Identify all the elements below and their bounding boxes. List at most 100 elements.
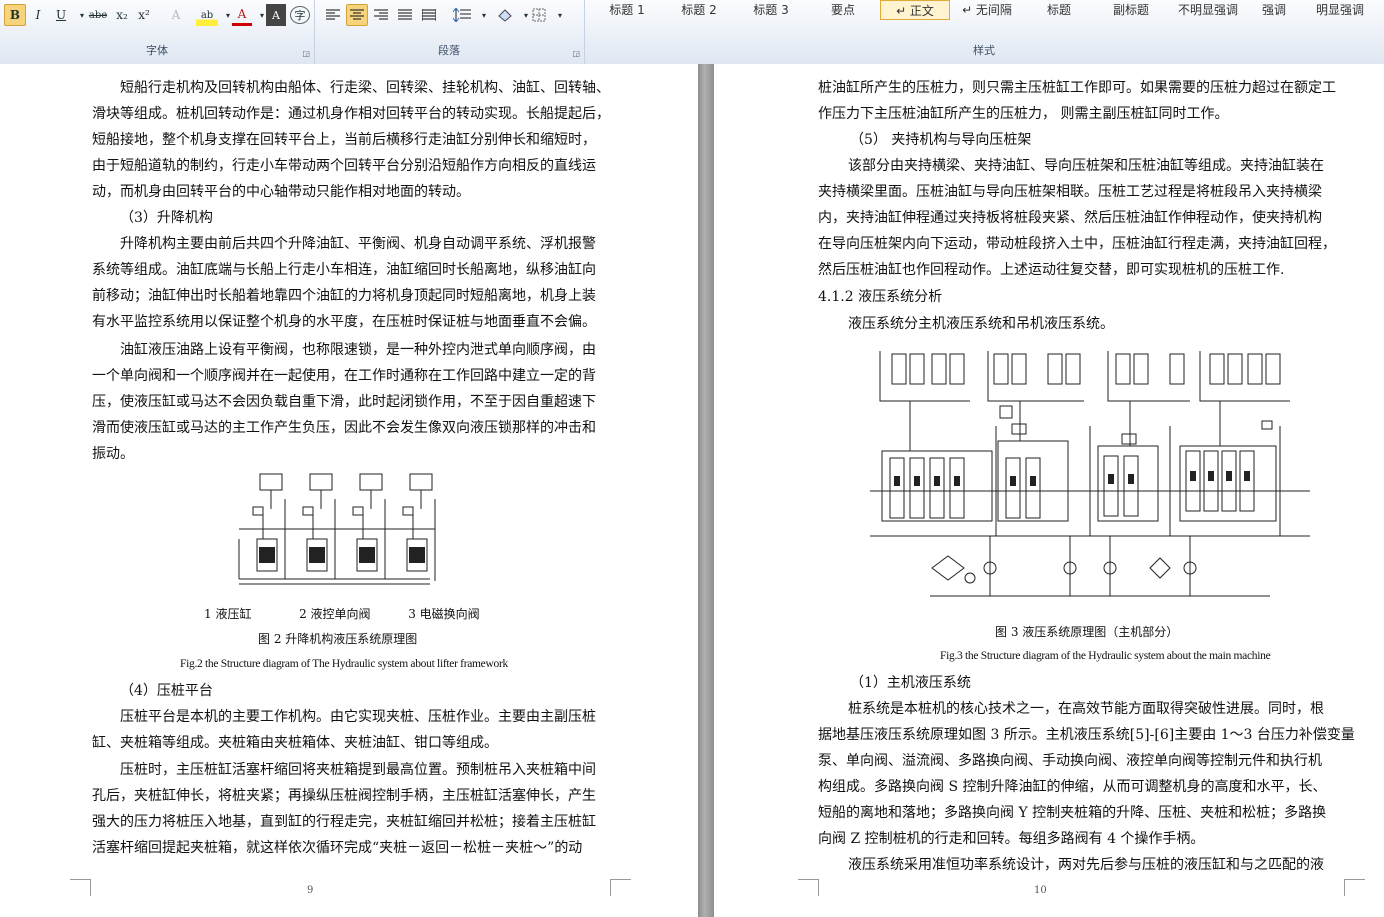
distribute-icon[interactable]	[418, 4, 440, 26]
paragraph-line: 系统等组成。油缸底端与长船上行走小车相连，油缸缩回时长船离地，纵移油缸向	[92, 262, 596, 278]
crop-mark	[1344, 879, 1365, 896]
subscript-button[interactable]: x₂	[112, 4, 132, 26]
legend-item: 3 电磁换向阀	[408, 607, 480, 621]
cut-off-line	[100, 64, 620, 68]
style-heading-3[interactable]: 标题 3	[736, 0, 806, 18]
paragraph-dialog-launcher-icon[interactable]: ◲	[572, 49, 580, 58]
paragraph-line: 孔后，夹桩缸伸长，将桩夹紧；再操纵压桩阀控制手柄，主压桩缸活塞伸长，产生	[92, 788, 596, 804]
text-effects-button[interactable]: A	[166, 4, 186, 26]
paragraph-line: 短船行走机构及回转机构由船体、行走梁、回转梁、挂轮机构、油缸、回转轴、	[120, 80, 610, 96]
crop-mark	[798, 879, 819, 896]
paragraph-line: 有水平监控系统用以保证整个机身的水平度，在压桩时保证桩与地面垂直不会偏。	[92, 314, 596, 330]
shading-icon[interactable]	[494, 4, 516, 26]
figure-3-caption-en: Fig.3 the Structure diagram of the Hydra…	[940, 650, 1271, 662]
paragraph-line: 强大的压力将桩压入地基，直到缸的行程走完，夹桩缸缩回并松桩；接着主压桩缸	[92, 814, 596, 830]
paragraph-line: 作压力下主压桩油缸所产生的压桩力， 则需主副压桩缸同时工作。	[818, 106, 1229, 122]
paragraph-line: 缸、夹桩箱等组成。夹桩箱由夹桩箱体、夹桩油缸、钳口等组成。	[92, 735, 498, 751]
borders-icon[interactable]	[528, 4, 550, 26]
paragraph-line: 短船接地，整个机身支撑在回转平台上，当前后横移行走油缸分别伸长和缩短时，	[92, 132, 596, 148]
crop-mark	[70, 879, 91, 896]
page-9[interactable]: 短船行走机构及回转机构由船体、行走梁、回转梁、挂轮机构、油缸、回转轴、 滑块等组…	[0, 64, 698, 917]
style-title[interactable]: 标题	[1024, 0, 1094, 18]
paragraph-line: 油缸液压油路上设有平衡阀，也称限速锁，是一种外控内泄式单向顺序阀，由	[120, 342, 596, 358]
underline-button[interactable]: U	[50, 4, 72, 26]
style-subtitle[interactable]: 副标题	[1096, 0, 1166, 18]
paragraph-line: 由于短船道轨的制约，行走小车带动两个回转平台分别沿短船作方向相反的直线运	[92, 158, 596, 174]
styles-group: 标题 1 标题 2 标题 3 要点 ↵ 正文 ↵ 无间隔 标题 副标题 不明显强…	[584, 0, 1384, 64]
paragraph-line: 桩油缸所产生的压桩力，则只需主压桩缸工作即可。如果需要的压桩力超过在额定工	[818, 80, 1336, 96]
section-heading: （1）主机液压系统	[850, 675, 971, 691]
figure-3-hydraulic-diagram	[870, 351, 1310, 597]
figure-2-hydraulic-diagram	[238, 473, 436, 585]
paragraph-line: 压桩时，主压桩缸活塞杆缩回将夹桩箱提到最高位置。预制桩吊入夹桩箱中间	[120, 762, 596, 778]
paragraph-line: 压，使液压缸或马达不会因负载自重下滑，此时起闭锁作用，不至于因自重超速下	[92, 394, 596, 410]
page-number: 9	[307, 885, 314, 896]
align-right-icon[interactable]	[370, 4, 392, 26]
ribbon: B I U ▾ abe x₂ x² A ab ▾ A ▾ A 字 字体 ◲ ▾ …	[0, 0, 1384, 65]
paragraph-line: 泵、单向阀、溢流阀、多路换向阀、手动换向阀、液控单向阀等控制元件和执行机	[818, 753, 1322, 769]
paragraph-line: 桩系统是本桩机的核心技术之一，在高效节能方面取得突破性进展。同时，根	[848, 701, 1324, 717]
legend-item: 2 液控单向阀	[299, 607, 371, 621]
section-heading: （3）升降机构	[120, 210, 213, 226]
paragraph-group-label: 段落	[438, 44, 460, 57]
style-no-spacing[interactable]: ↵ 无间隔	[952, 0, 1022, 18]
align-left-icon[interactable]	[322, 4, 344, 26]
highlight-button[interactable]: ab	[196, 4, 218, 26]
page-10[interactable]: 桩油缸所产生的压桩力，则只需主压桩缸工作即可。如果需要的压桩力超过在额定工 作压…	[714, 64, 1384, 917]
borders-dropdown-icon[interactable]: ▾	[550, 4, 570, 26]
figure-2-caption-en: Fig.2 the Structure diagram of The Hydra…	[180, 658, 508, 670]
font-group: B I U ▾ abe x₂ x² A ab ▾ A ▾ A 字 字体 ◲	[0, 0, 315, 64]
paragraph-line: 一个单向阀和一个顺序阀并在一起使用，在工作时通称在工作回路中建立一定的背	[92, 368, 596, 384]
paragraph-line: 动，而机身由回转平台的中心轴带动只能作相对地面的转动。	[92, 184, 470, 200]
figure-3-caption-cn: 图 3 液压系统原理图（主机部分）	[995, 625, 1179, 639]
paragraph-line: 升降机构主要由前后共四个升降油缸、平衡阀、机身自动调平系统、浮机报警	[120, 236, 596, 252]
font-dialog-launcher-icon[interactable]: ◲	[302, 49, 310, 58]
italic-button[interactable]: I	[28, 4, 48, 26]
enclose-char-button[interactable]: 字	[290, 6, 310, 24]
styles-group-label: 样式	[973, 44, 995, 57]
legend-item: 1 液压缸	[204, 607, 252, 621]
subsection-heading: 4.1.2 液压系统分析	[818, 289, 943, 305]
style-emphasis[interactable]: 强调	[1250, 0, 1298, 18]
bold-button[interactable]: B	[4, 4, 26, 26]
font-color-button[interactable]: A	[232, 4, 252, 26]
paragraph-line: 在导向压桩架内向下运动，带动桩段挤入土中，压桩油缸行程走满，夹持油缸回程，	[818, 236, 1336, 252]
page-number: 10	[1034, 885, 1047, 896]
section-heading: （4）压桩平台	[120, 683, 213, 699]
style-normal[interactable]: ↵ 正文	[880, 0, 950, 20]
style-intense-emphasis[interactable]: 明显强调	[1300, 0, 1380, 18]
paragraph-line: 向阀 Z 控制桩机的行走和回转。每组多路阀有 4 个操作手柄。	[818, 831, 1205, 847]
paragraph-group: ▾ ▾ ▾ 段落 ◲	[314, 0, 585, 64]
paragraph-line: 液压系统分主机液压系统和吊机液压系统。	[848, 316, 1114, 332]
char-shading-button[interactable]: A	[266, 4, 286, 26]
line-spacing-icon[interactable]	[450, 4, 474, 26]
paragraph-line: 该部分由夹持横梁、夹持油缸、导向压桩架和压桩油缸等组成。夹持油缸装在	[848, 158, 1324, 174]
style-subtle-emphasis[interactable]: 不明显强调	[1168, 0, 1248, 18]
paragraph-line: 振动。	[92, 446, 134, 462]
paragraph-line: 内，夹持油缸伸程通过夹持板将桩段夹紧、然后压桩油缸作伸程动作，使夹持机构	[818, 210, 1322, 226]
style-heading-2[interactable]: 标题 2	[664, 0, 734, 18]
paragraph-line: 短船的离地和落地；多路换向阀 Y 控制夹桩箱的升降、压桩、夹桩和松桩；多路换	[818, 805, 1327, 821]
paragraph-line: 据地基压液压系统原理如图 3 所示。主机液压系统[5]-[6]主要由 1～3 台…	[818, 727, 1355, 743]
paragraph-line: 夹持横梁里面。压桩油缸与导向压桩架相联。压桩工艺过程是将桩段吊入夹持横梁	[818, 184, 1322, 200]
figure-2-legend: 1 液压缸 2 液控单向阀 3 电磁换向阀	[204, 605, 480, 622]
page-gutter	[698, 64, 714, 917]
style-heading-1[interactable]: 标题 1	[592, 0, 662, 18]
align-center-icon[interactable]	[346, 4, 368, 26]
line-spacing-dropdown-icon[interactable]: ▾	[474, 4, 494, 26]
crop-mark	[610, 879, 631, 896]
paragraph-line: 构组成。多路换向阀 S 控制升降油缸的伸缩，从而可调整机身的高度和水平，长、	[818, 779, 1327, 795]
paragraph-line: 滑块等组成。桩机回转动作是：通过机身作相对回转平台的转动实现。长船提起后，	[92, 106, 610, 122]
figure-2-caption-cn: 图 2 升降机构液压系统原理图	[258, 632, 418, 646]
paragraph-line: 然后压桩油缸也作回程动作。上述运动往复交替，即可实现桩机的压桩工作.	[818, 262, 1285, 278]
paragraph-line: 前移动；油缸伸出时长船着地靠四个油缸的力将机身顶起同时短船离地，机身上装	[92, 288, 596, 304]
superscript-button[interactable]: x²	[134, 4, 154, 26]
paragraph-line: 活塞杆缩回提起夹桩箱，就这样依次循环完成“夹桩－返回－松桩－夹桩～”的动	[92, 840, 583, 856]
strikethrough-button[interactable]: abe	[86, 4, 110, 26]
style-key-point[interactable]: 要点	[808, 0, 878, 18]
paragraph-line: 滑而使液压缸或马达的主工作产生负压，因此不会发生像双向液压锁那样的冲击和	[92, 420, 596, 436]
section-heading: （5） 夹持机构与导向压桩架	[850, 132, 1032, 148]
paragraph-line: 液压系统采用准恒功率系统设计，两对先后参与压桩的液压缸和与之匹配的液	[848, 857, 1324, 873]
justify-icon[interactable]	[394, 4, 416, 26]
font-group-label: 字体	[146, 44, 168, 57]
